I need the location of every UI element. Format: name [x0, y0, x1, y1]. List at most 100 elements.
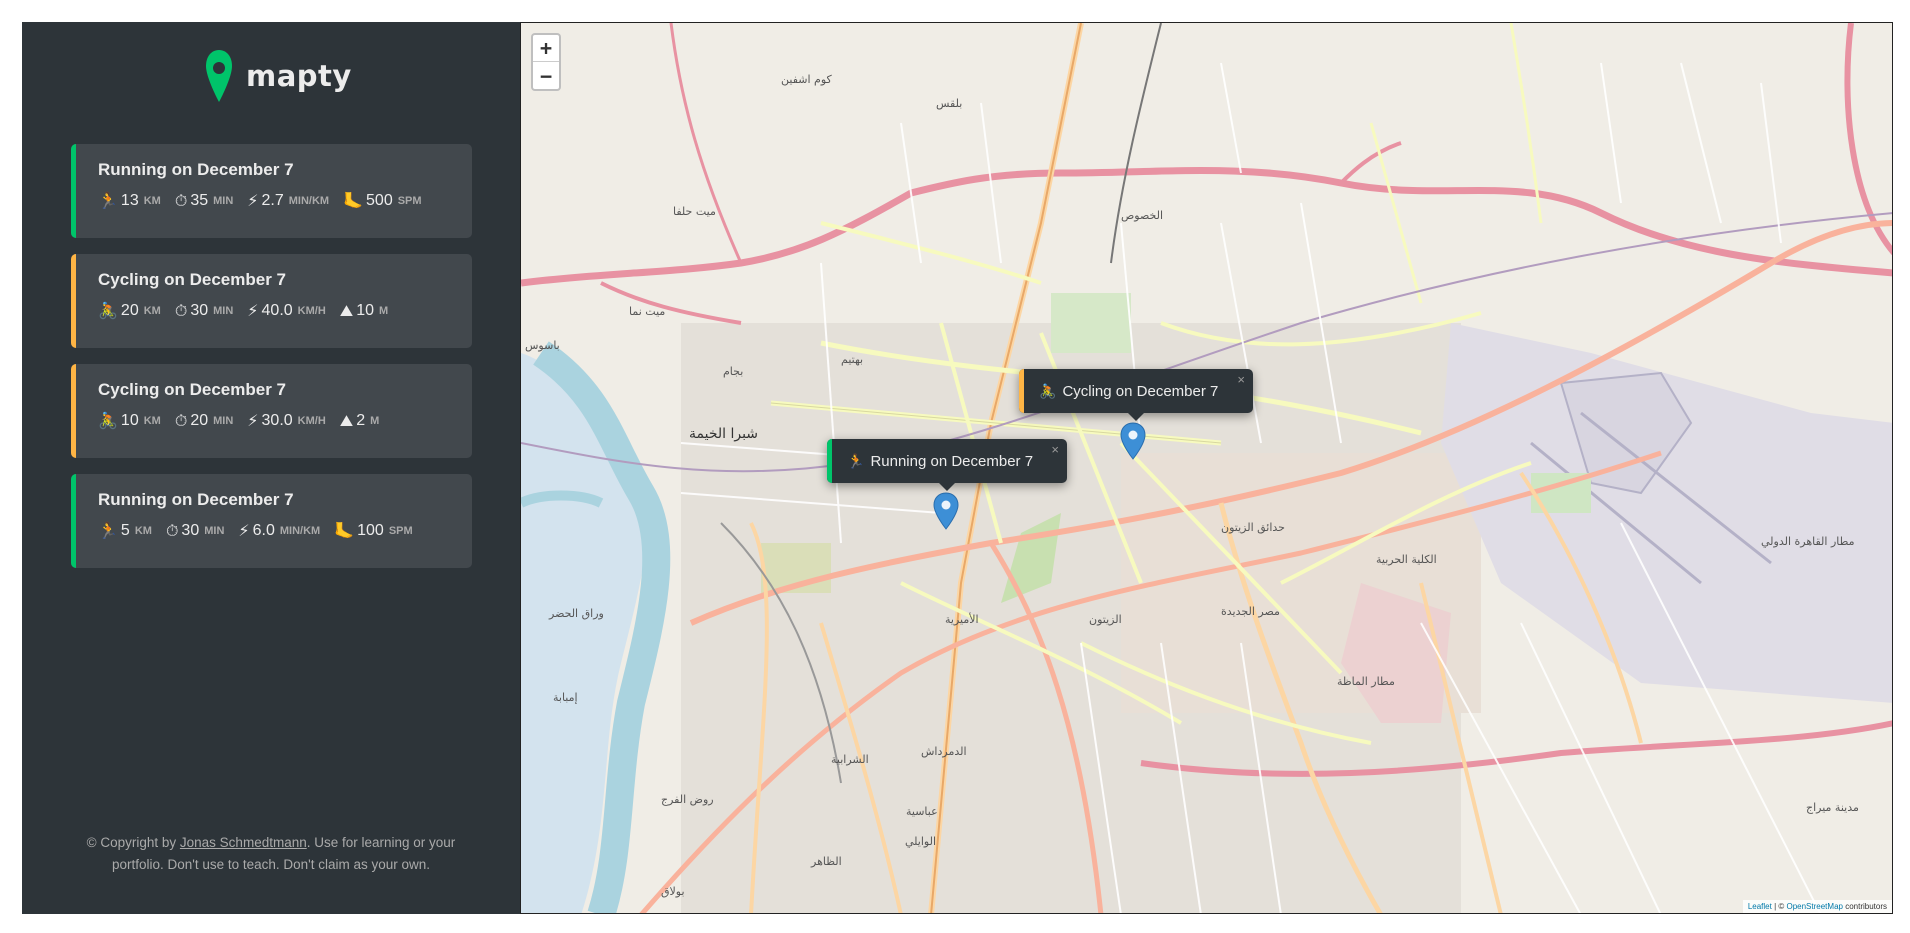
workout-detail: 🚴 20 km — [98, 302, 161, 320]
runner-icon: 🏃 — [98, 191, 118, 210]
workout-detail: ⏱ 35 min — [175, 192, 233, 210]
mountain-icon: ⛰ — [339, 411, 354, 430]
detail-unit: min — [204, 525, 225, 537]
workout-detail: ⏱ 30 min — [166, 522, 224, 540]
place-label: بهتيم — [841, 353, 864, 366]
workout-card-running[interactable]: Running on December 7 🏃 13 km ⏱ 35 min ⚡ 2.7 min/… — [71, 144, 472, 238]
workout-title: Running on December 7 — [98, 160, 294, 179]
stopwatch-icon: ⏱ — [174, 301, 188, 320]
detail-unit: km/h — [297, 305, 326, 317]
sidebar: mapty Running on December 7 🏃 13 km ⏱ 35 min ⚡ 2… — [22, 22, 520, 914]
workout-details: 🏃 13 km ⏱ 35 min ⚡ 2.7 min/km 🦶 500 spm — [98, 192, 452, 210]
detail-value: 13 — [120, 192, 139, 209]
detail-value: 35 — [190, 192, 209, 209]
workout-list: Running on December 7 🏃 13 km ⏱ 35 min ⚡ 2.7 min/… — [71, 144, 472, 584]
place-label: إمبابة — [553, 691, 578, 704]
place-label: بجام — [723, 365, 744, 378]
foot-icon: 🦶 — [343, 191, 364, 210]
detail-unit: min — [213, 415, 234, 427]
copyright-text: © Copyright by Jonas Schmedtmann. Use fo… — [62, 832, 480, 875]
foot-icon: 🦶 — [334, 521, 355, 540]
map-attribution: Leaflet | © OpenStreetMap contributors — [1742, 900, 1892, 913]
logo-text: mapty — [246, 59, 352, 93]
popup-label: Running on December 7 — [870, 452, 1034, 470]
detail-unit: m — [370, 415, 380, 427]
detail-value: 2.7 — [261, 192, 284, 209]
workout-detail: ⚡ 40.0 km/h — [247, 302, 325, 320]
map-pin-logo-icon — [206, 50, 232, 102]
osm-link[interactable]: OpenStreetMap — [1786, 902, 1842, 911]
runner-icon: 🏃 — [98, 521, 118, 540]
place-label: الدمرداش — [921, 745, 967, 758]
detail-value: 30.0 — [261, 412, 293, 429]
copyright-prefix: © Copyright by — [86, 835, 180, 850]
author-link[interactable]: Jonas Schmedtmann — [180, 835, 307, 850]
detail-unit: min — [213, 195, 234, 207]
workout-title: Running on December 7 — [98, 490, 294, 509]
workout-card-cycling[interactable]: Cycling on December 7 🚴 10 km ⏱ 20 min ⚡ 30.0 km/… — [71, 364, 472, 458]
workout-details: 🚴 10 km ⏱ 20 min ⚡ 30.0 km/h ⛰ 2 m — [98, 412, 452, 430]
place-label: باسوس — [525, 339, 560, 352]
workout-detail: ⛰ 10 m — [340, 302, 388, 320]
popup-label: Cycling on December 7 — [1062, 382, 1219, 400]
workout-detail: 🏃 13 km — [98, 192, 161, 210]
attribution-separator: | © — [1771, 902, 1787, 911]
popup-tip — [1128, 413, 1144, 421]
place-label: روض الفرج — [661, 793, 714, 806]
detail-unit: min/km — [288, 195, 330, 207]
zoom-in-button[interactable]: + — [533, 35, 559, 62]
place-label: وراق الحضر — [549, 607, 604, 620]
map-marker-pin-icon[interactable] — [933, 492, 959, 530]
zoom-out-button[interactable]: − — [533, 62, 559, 89]
lightning-icon: ⚡ — [247, 301, 259, 320]
workout-detail: ⏱ 20 min — [175, 412, 233, 430]
workout-card-cycling[interactable]: Cycling on December 7 🚴 20 km ⏱ 30 min ⚡ 40.0 km/… — [71, 254, 472, 348]
logo: mapty — [206, 50, 352, 102]
detail-unit: min/km — [279, 525, 321, 537]
detail-unit: km — [143, 305, 161, 317]
workout-popup[interactable]: 🚴 Cycling on December 7 × — [1019, 369, 1253, 421]
place-label: ميت نما — [629, 305, 666, 318]
detail-unit: m — [379, 305, 389, 317]
stopwatch-icon: ⏱ — [165, 521, 179, 540]
map[interactable]: شبرا الخيمة الأميرية الزيتون مصر الجديدة… — [520, 22, 1893, 914]
workout-card-running[interactable]: Running on December 7 🏃 5 km ⏱ 30 min ⚡ 6.0 min/k… — [71, 474, 472, 568]
place-label: ميت حلفا — [673, 205, 716, 218]
mountain-icon: ⛰ — [339, 301, 354, 320]
workout-detail: ⚡ 2.7 min/km — [247, 192, 329, 210]
detail-unit: km — [134, 525, 152, 537]
detail-value: 10 — [356, 302, 375, 319]
place-label: مدينة ميراج — [1806, 801, 1859, 814]
detail-value: 30 — [181, 522, 200, 539]
popup-tip — [939, 483, 955, 491]
map-marker-pin-icon[interactable] — [1120, 422, 1146, 460]
place-label: الكلية الحربية — [1376, 553, 1437, 566]
detail-unit: km — [143, 195, 161, 207]
detail-unit: spm — [397, 195, 422, 207]
workout-detail: ⛰ 2 m — [340, 412, 380, 430]
zoom-control: + − — [531, 33, 561, 91]
lightning-icon: ⚡ — [247, 411, 259, 430]
detail-unit: km/h — [297, 415, 326, 427]
workout-detail: ⚡ 6.0 min/km — [238, 522, 320, 540]
stopwatch-icon: ⏱ — [174, 191, 188, 210]
leaflet-link[interactable]: Leaflet — [1748, 902, 1772, 911]
detail-unit: min — [213, 305, 234, 317]
runner-icon: 🏃 — [847, 452, 865, 469]
place-label: عباسية — [906, 805, 938, 818]
workout-details: 🏃 5 km ⏱ 30 min ⚡ 6.0 min/km 🦶 100 spm — [98, 522, 452, 540]
stopwatch-icon: ⏱ — [174, 411, 188, 430]
workout-detail: ⚡ 30.0 km/h — [247, 412, 325, 430]
workout-detail: ⏱ 30 min — [175, 302, 233, 320]
detail-value: 40.0 — [261, 302, 293, 319]
close-icon[interactable]: × — [1051, 442, 1059, 457]
place-label: حدائق الزيتون — [1221, 521, 1285, 534]
detail-unit: km — [143, 415, 161, 427]
place-label: شبرا الخيمة — [689, 426, 759, 442]
app-container: mapty Running on December 7 🏃 13 km ⏱ 35 min ⚡ 2… — [22, 22, 1893, 914]
workout-detail: 🏃 5 km — [98, 522, 152, 540]
cyclist-icon: 🚴 — [98, 411, 118, 430]
close-icon[interactable]: × — [1237, 372, 1245, 387]
workout-popup[interactable]: 🏃 Running on December 7 × — [827, 439, 1067, 491]
workout-details: 🚴 20 km ⏱ 30 min ⚡ 40.0 km/h ⛰ 10 m — [98, 302, 452, 320]
